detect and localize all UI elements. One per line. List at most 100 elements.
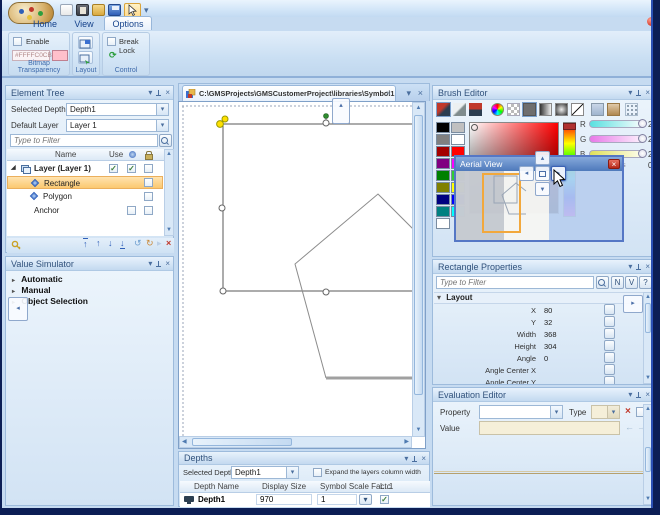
enable-checkbox[interactable] — [13, 37, 22, 46]
element-tree-menu-icon[interactable]: ▾ — [148, 88, 152, 98]
palette-swatch[interactable] — [436, 170, 450, 181]
document-close-icon[interactable]: × — [418, 88, 423, 98]
bitmap-mode-icon[interactable] — [469, 103, 482, 116]
evaluation-editor-header[interactable]: Evaluation Editor ▾ × — [433, 388, 653, 402]
prop-bind-y[interactable] — [604, 316, 615, 327]
dock-cluster-down[interactable]: ▼ — [535, 182, 550, 196]
save-icon[interactable] — [108, 4, 121, 16]
dock-cluster-center[interactable] — [535, 166, 550, 181]
depths-menu-icon[interactable]: ▾ — [404, 454, 408, 464]
visibility-column-icon[interactable] — [129, 151, 136, 158]
slider-r-track[interactable] — [589, 120, 645, 128]
vs-item-manual[interactable]: ▸ Manual — [8, 285, 172, 296]
canvas-vscroll-thumb[interactable] — [414, 115, 423, 395]
palette-swatch[interactable] — [436, 146, 450, 157]
value-simulator-menu-icon[interactable]: ▾ — [148, 259, 152, 269]
scale-factor-cell[interactable]: 1 — [317, 494, 357, 505]
refresh-icon[interactable]: ⟳ — [109, 50, 117, 61]
anchor-visible-checkbox[interactable] — [127, 206, 136, 215]
prop-bind-angle-center-y[interactable] — [604, 376, 615, 385]
palette-swatch[interactable] — [436, 122, 450, 133]
scroll-down-icon[interactable]: ▼ — [165, 226, 173, 235]
scroll-up-icon[interactable]: ▲ — [165, 150, 173, 159]
tree-scrollbar[interactable]: ▲ ▼ — [164, 149, 174, 236]
palette-swatch[interactable] — [436, 134, 450, 145]
new-document-icon[interactable] — [60, 4, 73, 16]
tab-home[interactable]: Home — [24, 17, 66, 31]
palette-swatch[interactable] — [436, 206, 450, 217]
brush-mode-icon[interactable] — [437, 103, 450, 116]
eval-scroll-thumb[interactable] — [645, 447, 651, 472]
properties-filter-input[interactable] — [436, 276, 594, 289]
color-wheel-icon[interactable] — [491, 103, 504, 116]
selected-depth-dropdown[interactable]: Depth1 ▾ — [66, 103, 169, 116]
element-tree-pin-icon[interactable] — [155, 89, 162, 98]
aerial-viewport-rect[interactable] — [482, 173, 521, 233]
move-up-icon[interactable]: ↑ — [96, 238, 101, 248]
break-lock-checkbox[interactable] — [107, 37, 116, 46]
depths-close-icon[interactable]: × — [421, 454, 426, 464]
element-tree-search-button[interactable] — [159, 134, 172, 147]
move-top-icon[interactable]: ↑ — [83, 238, 88, 249]
expander-icon[interactable]: ◢ — [11, 162, 16, 175]
slider-g-thumb[interactable] — [638, 134, 647, 143]
layer-use-checkbox[interactable]: ✓ — [109, 164, 118, 173]
value-simulator-header[interactable]: Value Simulator ▾ × — [6, 257, 173, 271]
document-tab-close-icon[interactable]: × — [386, 88, 391, 98]
radial-gradient-icon[interactable] — [555, 103, 568, 116]
prop-bind-angle[interactable] — [604, 352, 615, 363]
depths-row[interactable]: Depth1 970 1 ▾ ✓ — [180, 493, 430, 507]
filter-n-button[interactable]: N — [611, 276, 624, 289]
copy-brush-icon[interactable] — [591, 103, 604, 116]
anchor-lock-checkbox[interactable] — [144, 206, 153, 215]
dock-cluster-up[interactable]: ▴ — [535, 151, 550, 165]
properties-scroll-thumb[interactable] — [645, 303, 651, 333]
element-tree-header[interactable]: Element Tree ▾ × — [6, 86, 173, 100]
brush-editor-header[interactable]: Brush Editor ▾ × — [433, 86, 653, 100]
prop-value-angle[interactable]: 0 — [544, 354, 548, 363]
filter-help-button[interactable]: ? — [639, 276, 652, 289]
rectangle-lock-checkbox[interactable] — [144, 178, 153, 187]
scroll-up-icon[interactable]: ▲ — [644, 293, 652, 302]
paste-brush-icon[interactable] — [607, 103, 620, 116]
canvas-viewport[interactable]: ▲ ▼ ◀ ▶ — [178, 101, 426, 449]
col-depth-name[interactable]: Depth Name — [194, 482, 239, 491]
rect-props-pin-icon[interactable] — [635, 263, 642, 272]
canvas-hscroll-thumb[interactable] — [192, 438, 292, 446]
layer-visible-checkbox[interactable]: ✓ — [127, 164, 136, 173]
palette-swatch[interactable] — [436, 218, 450, 229]
rect-props-close-icon[interactable]: × — [645, 262, 650, 272]
properties-search-button[interactable] — [596, 276, 609, 289]
tab-view[interactable]: View — [66, 17, 102, 31]
tree-row-polygon[interactable]: Polygon — [7, 190, 163, 203]
hue-marker[interactable] — [563, 123, 576, 130]
display-size-cell[interactable]: 970 — [256, 494, 312, 505]
pattern-grid-icon[interactable] — [625, 103, 638, 116]
element-tree-close-icon[interactable]: × — [165, 88, 170, 98]
key-icon[interactable] — [11, 240, 21, 251]
prop-bind-width[interactable] — [604, 328, 615, 339]
prop-value-x[interactable]: 80 — [544, 306, 552, 315]
palette-swatch[interactable] — [451, 122, 465, 133]
slider-r-thumb[interactable] — [638, 119, 647, 128]
document-tab[interactable]: C:\GMSProjects\GMSCustomerProject\librar… — [182, 85, 396, 102]
tree-row-layer[interactable]: ◢ Layer (Layer 1) ✓ ✓ — [7, 162, 163, 175]
vs-item-object-selection[interactable]: ▸ Object Selection — [8, 296, 172, 307]
prop-bind-angle-center-x[interactable] — [604, 364, 615, 375]
eval-pin-icon[interactable] — [635, 391, 642, 400]
move-bottom-icon[interactable]: ↓ — [120, 238, 125, 249]
linear-gradient-icon[interactable] — [539, 103, 552, 116]
tree-row-anchor[interactable]: Anchor — [7, 204, 163, 217]
palette-swatch[interactable] — [436, 194, 450, 205]
brush-editor-close-icon[interactable]: × — [645, 88, 650, 98]
delete-icon[interactable]: × — [166, 238, 171, 248]
type-dropdown[interactable]: ▾ — [591, 405, 620, 419]
column-use[interactable]: Use — [109, 150, 123, 159]
palette-swatch[interactable] — [436, 158, 450, 169]
prev-icon[interactable]: ← — [625, 422, 634, 432]
slider-g-track[interactable] — [589, 135, 645, 143]
rectangle-properties-header[interactable]: Rectangle Properties ▾ × — [433, 260, 653, 274]
col-layer1[interactable]: L..1 — [380, 482, 393, 491]
eval-delete-icon[interactable]: × — [625, 406, 631, 417]
brush-editor-menu-icon[interactable]: ▾ — [628, 88, 632, 98]
